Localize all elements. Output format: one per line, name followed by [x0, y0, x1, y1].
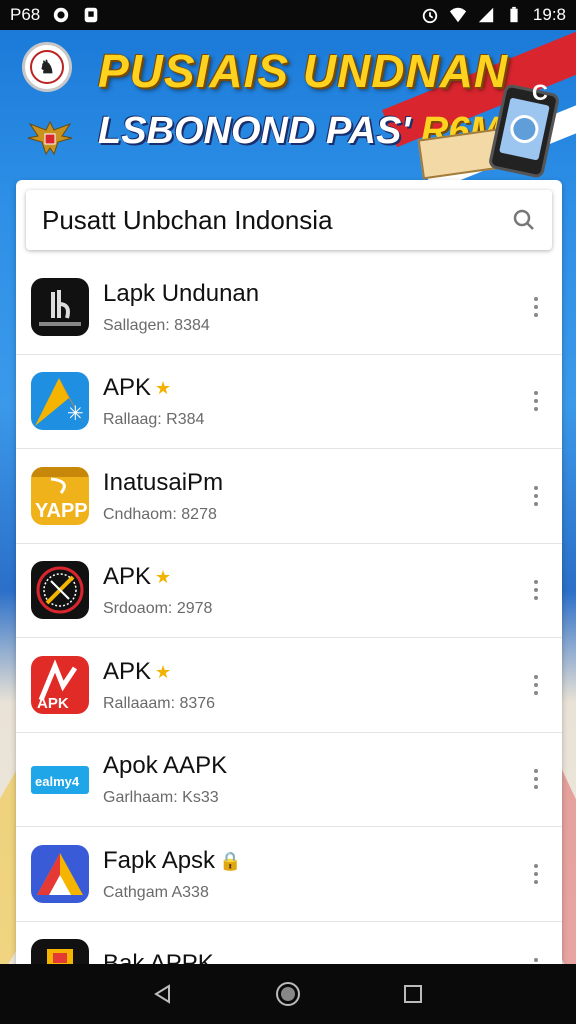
overflow-menu-icon[interactable] — [532, 296, 540, 317]
banner-subtitle-main: LSBONOND PAS' — [98, 110, 411, 152]
app-name: APK ★ — [103, 657, 215, 687]
list-item[interactable]: APK ★ Srdoaom: 2978 — [16, 544, 562, 638]
garuda-icon — [27, 120, 73, 156]
overflow-menu-icon[interactable] — [532, 391, 540, 412]
red-apk-icon: APK — [31, 655, 89, 714]
compass-icon — [31, 561, 89, 620]
app-subtitle: Sallagen: 8384 — [103, 316, 210, 334]
compass-dial-icon — [507, 112, 542, 146]
list-item[interactable]: YAPP InatusaiPm Cndhaom: 8278 — [16, 449, 562, 544]
list-item[interactable]: ealmy4 Apok AAPK Garlhaam: Ks33 — [16, 733, 562, 827]
star-badge-icon: ★ — [155, 661, 172, 682]
app-subtitle: Garlhaam: Ks33 — [103, 789, 219, 807]
banner-title: PUSIAIS UNDNAN — [98, 45, 509, 97]
app-name: APK ★ — [103, 562, 212, 592]
search-icon[interactable] — [512, 208, 536, 232]
app-meta: Fapk Apsk 🔒 Cathgam A338 — [103, 846, 241, 902]
search-bar[interactable]: Pusatt Unbchan Indonsia — [26, 190, 552, 250]
app-notification-icon — [84, 7, 98, 23]
star-badge-icon: ★ — [155, 378, 172, 399]
status-time: 19:8 — [532, 5, 566, 24]
recents-button[interactable] — [399, 980, 427, 1008]
app-name-text: Apok AAPK — [103, 752, 228, 780]
app-name-text: APK — [103, 374, 152, 402]
app-name: Apok AAPK — [103, 751, 227, 781]
app-list-card: Pusatt Unbchan Indonsia Lapk Undunan Sal… — [16, 180, 562, 970]
app-meta: APK ★ Srdoaom: 2978 — [103, 562, 212, 618]
app-name-text: APK — [103, 563, 152, 591]
app-list: Lapk Undunan Sallagen: 8384 ✳ APK ★ Ralla… — [16, 260, 562, 970]
overflow-menu-icon[interactable] — [532, 769, 540, 790]
app-subtitle: Srdoaom: 2978 — [103, 600, 213, 618]
app-name: Fapk Apsk 🔒 — [103, 846, 241, 876]
svg-text:APK: APK — [37, 695, 69, 712]
app-name-text: Lapk Undunan — [103, 279, 260, 307]
triangle-multicolor-icon — [31, 844, 89, 903]
promo-banner[interactable]: ♞ PUSIAIS UNDNAN LSBONOND PAS' R6M! ! C — [0, 30, 576, 180]
list-item[interactable]: ✳ APK ★ Rallaag: R384 — [16, 355, 562, 449]
overflow-menu-icon[interactable] — [532, 580, 540, 601]
app-name: APK ★ — [103, 373, 204, 403]
lock-badge-icon: 🔒 — [219, 850, 242, 871]
banner-close-button[interactable]: C — [532, 80, 548, 106]
app-name-text: Fapk Apsk — [103, 846, 216, 874]
dark-logo-icon — [31, 277, 89, 336]
signal-icon — [478, 7, 494, 23]
app-meta: Lapk Undunan Sallagen: 8384 — [103, 279, 259, 335]
app-subtitle: Rallaaam: 8376 — [103, 694, 216, 712]
triangle-star-icon: ✳ — [31, 372, 89, 431]
app-subtitle: Cndhaom: 8278 — [103, 505, 217, 523]
blue-tag-icon: ealmy4 — [31, 750, 89, 808]
status-time-left: P68 — [10, 5, 41, 24]
app-meta: APK ★ Rallaaam: 8376 — [103, 657, 215, 713]
list-item[interactable]: Fapk Apsk 🔒 Cathgam A338 — [16, 827, 562, 922]
list-item[interactable]: APK APK ★ Rallaaam: 8376 — [16, 638, 562, 733]
app-name: Lapk Undunan — [103, 279, 259, 309]
app-meta: InatusaiPm Cndhaom: 8278 — [103, 468, 223, 524]
battery-icon — [510, 6, 518, 23]
app-name-text: APK — [103, 657, 152, 685]
svg-text:ealmy4: ealmy4 — [35, 774, 80, 789]
back-triangle-icon — [153, 984, 170, 1004]
alarm-icon — [422, 8, 438, 24]
overflow-menu-icon[interactable] — [532, 863, 540, 884]
overflow-menu-icon[interactable] — [532, 485, 540, 506]
phone-screen — [499, 97, 550, 161]
overflow-menu-icon[interactable] — [532, 674, 540, 695]
svg-text:YAPP: YAPP — [35, 500, 88, 522]
app-name: InatusaiPm — [103, 468, 223, 498]
search-input[interactable]: Pusatt Unbchan Indonsia — [42, 205, 512, 236]
wifi-icon — [449, 7, 467, 23]
app-meta: APK ★ Rallaag: R384 — [103, 373, 204, 429]
star-badge-icon: ★ — [155, 567, 172, 588]
app-subtitle: Cathgam A338 — [103, 883, 209, 901]
recents-square-icon — [404, 985, 423, 1003]
app-meta: Apok AAPK Garlhaam: Ks33 — [103, 751, 227, 807]
status-bar: P68 19:8 — [0, 0, 576, 30]
app-subtitle: Rallaag: R384 — [103, 411, 205, 429]
home-button[interactable] — [274, 980, 302, 1008]
home-circle-icon — [275, 982, 300, 1006]
list-item[interactable]: Bak APPK — [16, 922, 562, 970]
app-name-text: InatusaiPm — [103, 468, 224, 496]
list-item[interactable]: Lapk Undunan Sallagen: 8384 — [16, 260, 562, 355]
back-button[interactable] — [149, 980, 177, 1008]
emblem-logo-icon: ♞ — [30, 50, 64, 84]
notification-circle-icon — [54, 7, 69, 23]
yapp-icon: YAPP — [31, 466, 89, 525]
navigation-bar — [0, 964, 576, 1024]
emblem-logo: ♞ — [22, 42, 72, 92]
svg-text:✳: ✳ — [67, 401, 84, 425]
